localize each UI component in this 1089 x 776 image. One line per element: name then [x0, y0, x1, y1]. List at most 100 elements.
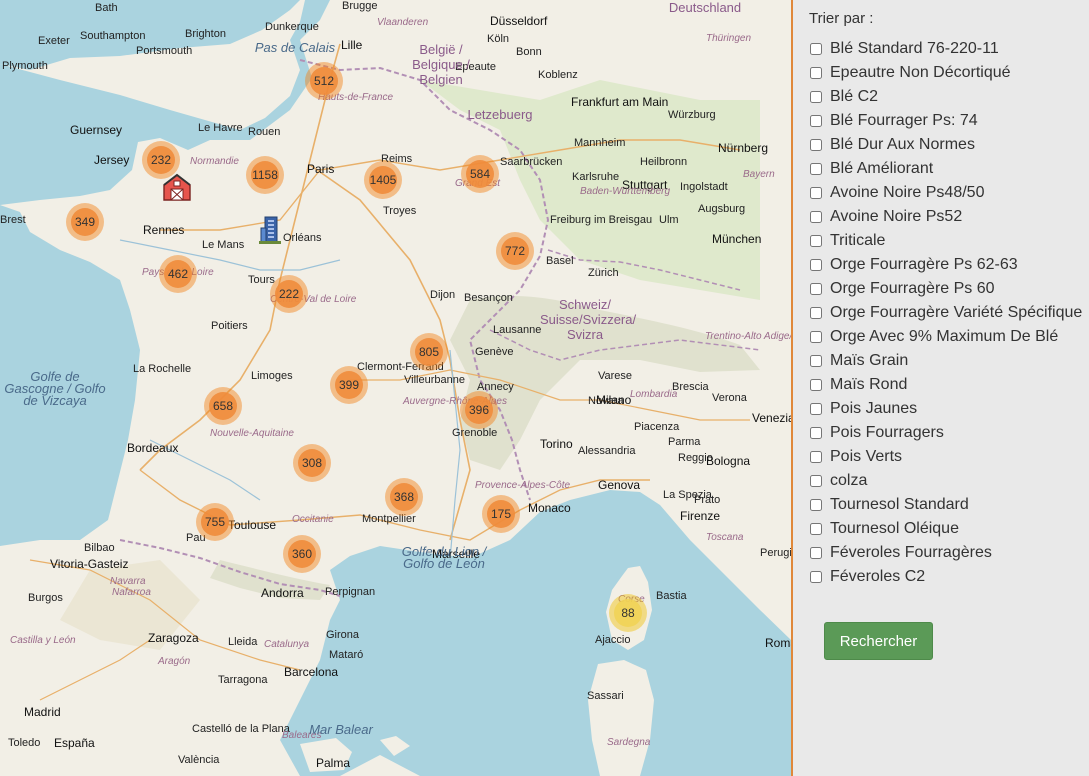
filter-checkbox[interactable] — [810, 67, 822, 79]
filter-checkbox[interactable] — [810, 307, 822, 319]
place-label: Frankfurt am Main — [571, 95, 669, 109]
filter-option[interactable]: Orge Fourragère Ps 62-63 — [809, 253, 1082, 277]
filter-option[interactable]: Tournesol Standard — [809, 493, 1082, 517]
filter-checkbox[interactable] — [810, 139, 822, 151]
filter-option[interactable]: Epeautre Non Décortiqué — [809, 61, 1082, 85]
filter-checkbox[interactable] — [810, 379, 822, 391]
map-cluster-marker[interactable]: 399 — [330, 366, 368, 404]
filter-checkbox[interactable] — [810, 211, 822, 223]
cluster-count: 308 — [298, 449, 326, 477]
filter-option[interactable]: Blé Fourrager Ps: 74 — [809, 109, 1082, 133]
filter-option[interactable]: Maïs Grain — [809, 349, 1082, 373]
filter-option[interactable]: Maïs Rond — [809, 373, 1082, 397]
filter-option[interactable]: Avoine Noire Ps52 — [809, 205, 1082, 229]
filter-option[interactable]: Orge Fourragère Variété Spécifique — [809, 301, 1082, 325]
place-label: Rennes — [143, 223, 185, 237]
map-view[interactable]: Bath Brighton Exeter Southampton Portsmouth P… — [0, 0, 791, 776]
filter-checkbox[interactable] — [810, 355, 822, 367]
filter-checkbox[interactable] — [810, 91, 822, 103]
place-label: Limoges — [251, 370, 293, 382]
filter-option-label: Orge Fourragère Ps 62-63 — [830, 256, 1018, 273]
region-label: Nafarroa — [112, 587, 151, 598]
map-cluster-marker[interactable]: 1158 — [246, 156, 284, 194]
filter-checkbox[interactable] — [810, 547, 822, 559]
filter-checkbox[interactable] — [810, 499, 822, 511]
filter-option-label: Blé Améliorant — [830, 160, 934, 177]
map-cluster-marker[interactable]: 1405 — [364, 161, 402, 199]
filter-option[interactable]: Pois Fourragers — [809, 421, 1082, 445]
map-cluster-marker[interactable]: 349 — [66, 203, 104, 241]
place-label: Mannheim — [574, 137, 626, 149]
filter-checkbox[interactable] — [810, 163, 822, 175]
map-cluster-marker[interactable]: 584 — [461, 155, 499, 193]
filter-option[interactable]: Pois Verts — [809, 445, 1082, 469]
cluster-count: 1405 — [369, 166, 397, 194]
place-label: Ingolstadt — [680, 181, 728, 193]
filter-checkbox[interactable] — [810, 475, 822, 487]
place-label: Saarbrücken — [500, 156, 563, 168]
filter-checkbox[interactable] — [810, 523, 822, 535]
filter-option[interactable]: Féveroles Fourragères — [809, 541, 1082, 565]
map-cluster-marker[interactable]: 462 — [159, 255, 197, 293]
farm-icon[interactable] — [161, 171, 193, 208]
filter-option-label: Pois Jaunes — [830, 400, 918, 417]
filter-option[interactable]: Féveroles C2 — [809, 565, 1082, 589]
filter-checkbox[interactable] — [810, 259, 822, 271]
map-cluster-marker[interactable]: 88 — [609, 594, 647, 632]
filter-option[interactable]: Blé Améliorant — [809, 157, 1082, 181]
filter-option[interactable]: Pois Jaunes — [809, 397, 1082, 421]
filter-option[interactable]: Blé Standard 76-220-11 — [809, 37, 1082, 61]
filter-checkbox[interactable] — [810, 571, 822, 583]
place-label: Guernsey — [70, 123, 123, 137]
search-button[interactable]: Rechercher — [824, 622, 933, 660]
filter-option[interactable]: Blé C2 — [809, 85, 1082, 109]
region-label: Bayern — [743, 169, 775, 180]
map-cluster-marker[interactable]: 755 — [196, 503, 234, 541]
place-label: Prato — [694, 494, 721, 506]
map-cluster-marker[interactable]: 805 — [410, 333, 448, 371]
filter-checkbox[interactable] — [810, 427, 822, 439]
place-label: Jersey — [94, 153, 130, 167]
place-label: Zürich — [588, 267, 619, 279]
place-label: Orléans — [283, 232, 322, 244]
place-label: Venezia — [752, 411, 791, 425]
filter-option-label: Avoine Noire Ps48/50 — [830, 184, 985, 201]
place-label: Castelló de la Plana — [192, 723, 290, 735]
place-label: Torino — [540, 437, 573, 451]
place-label: Villeurbanne — [404, 374, 465, 386]
place-label: Girona — [326, 629, 360, 641]
filter-option[interactable]: Triticale — [809, 229, 1082, 253]
map-cluster-marker[interactable]: 396 — [460, 391, 498, 429]
building-icon[interactable] — [259, 214, 281, 249]
filter-checkbox[interactable] — [810, 283, 822, 295]
region-label: Aragón — [158, 656, 191, 667]
map-cluster-marker[interactable]: 658 — [204, 387, 242, 425]
filter-checkbox[interactable] — [810, 187, 822, 199]
filter-option[interactable]: Tournesol Oléique — [809, 517, 1082, 541]
map-cluster-marker[interactable]: 772 — [496, 232, 534, 270]
filter-option[interactable]: Orge Avec 9% Maximum De Blé — [809, 325, 1082, 349]
map-cluster-marker[interactable]: 308 — [293, 444, 331, 482]
filter-option-label: Maïs Rond — [830, 376, 908, 393]
map-cluster-marker[interactable]: 360 — [283, 535, 321, 573]
filter-option[interactable]: Avoine Noire Ps48/50 — [809, 181, 1082, 205]
place-label: Ulm — [659, 214, 679, 226]
filter-checkbox[interactable] — [810, 403, 822, 415]
map-cluster-marker[interactable]: 512 — [305, 62, 343, 100]
map-cluster-marker[interactable]: 222 — [270, 275, 308, 313]
place-label: Freiburg im Breisgau — [550, 214, 653, 226]
filter-checkbox[interactable] — [810, 235, 822, 247]
filter-checkbox[interactable] — [810, 331, 822, 343]
place-label: Portsmouth — [136, 45, 193, 57]
filter-option[interactable]: Orge Fourragère Ps 60 — [809, 277, 1082, 301]
filter-checkbox[interactable] — [810, 115, 822, 127]
place-label: Tours — [248, 274, 275, 286]
filter-option[interactable]: Blé Dur Aux Normes — [809, 133, 1082, 157]
map-cluster-marker[interactable]: 175 — [482, 495, 520, 533]
map-cluster-marker[interactable]: 368 — [385, 478, 423, 516]
filter-checkbox[interactable] — [810, 43, 822, 55]
filter-checkbox[interactable] — [810, 451, 822, 463]
place-label: Madrid — [24, 705, 61, 719]
place-label: Rouen — [248, 126, 281, 138]
filter-option[interactable]: colza — [809, 469, 1082, 493]
